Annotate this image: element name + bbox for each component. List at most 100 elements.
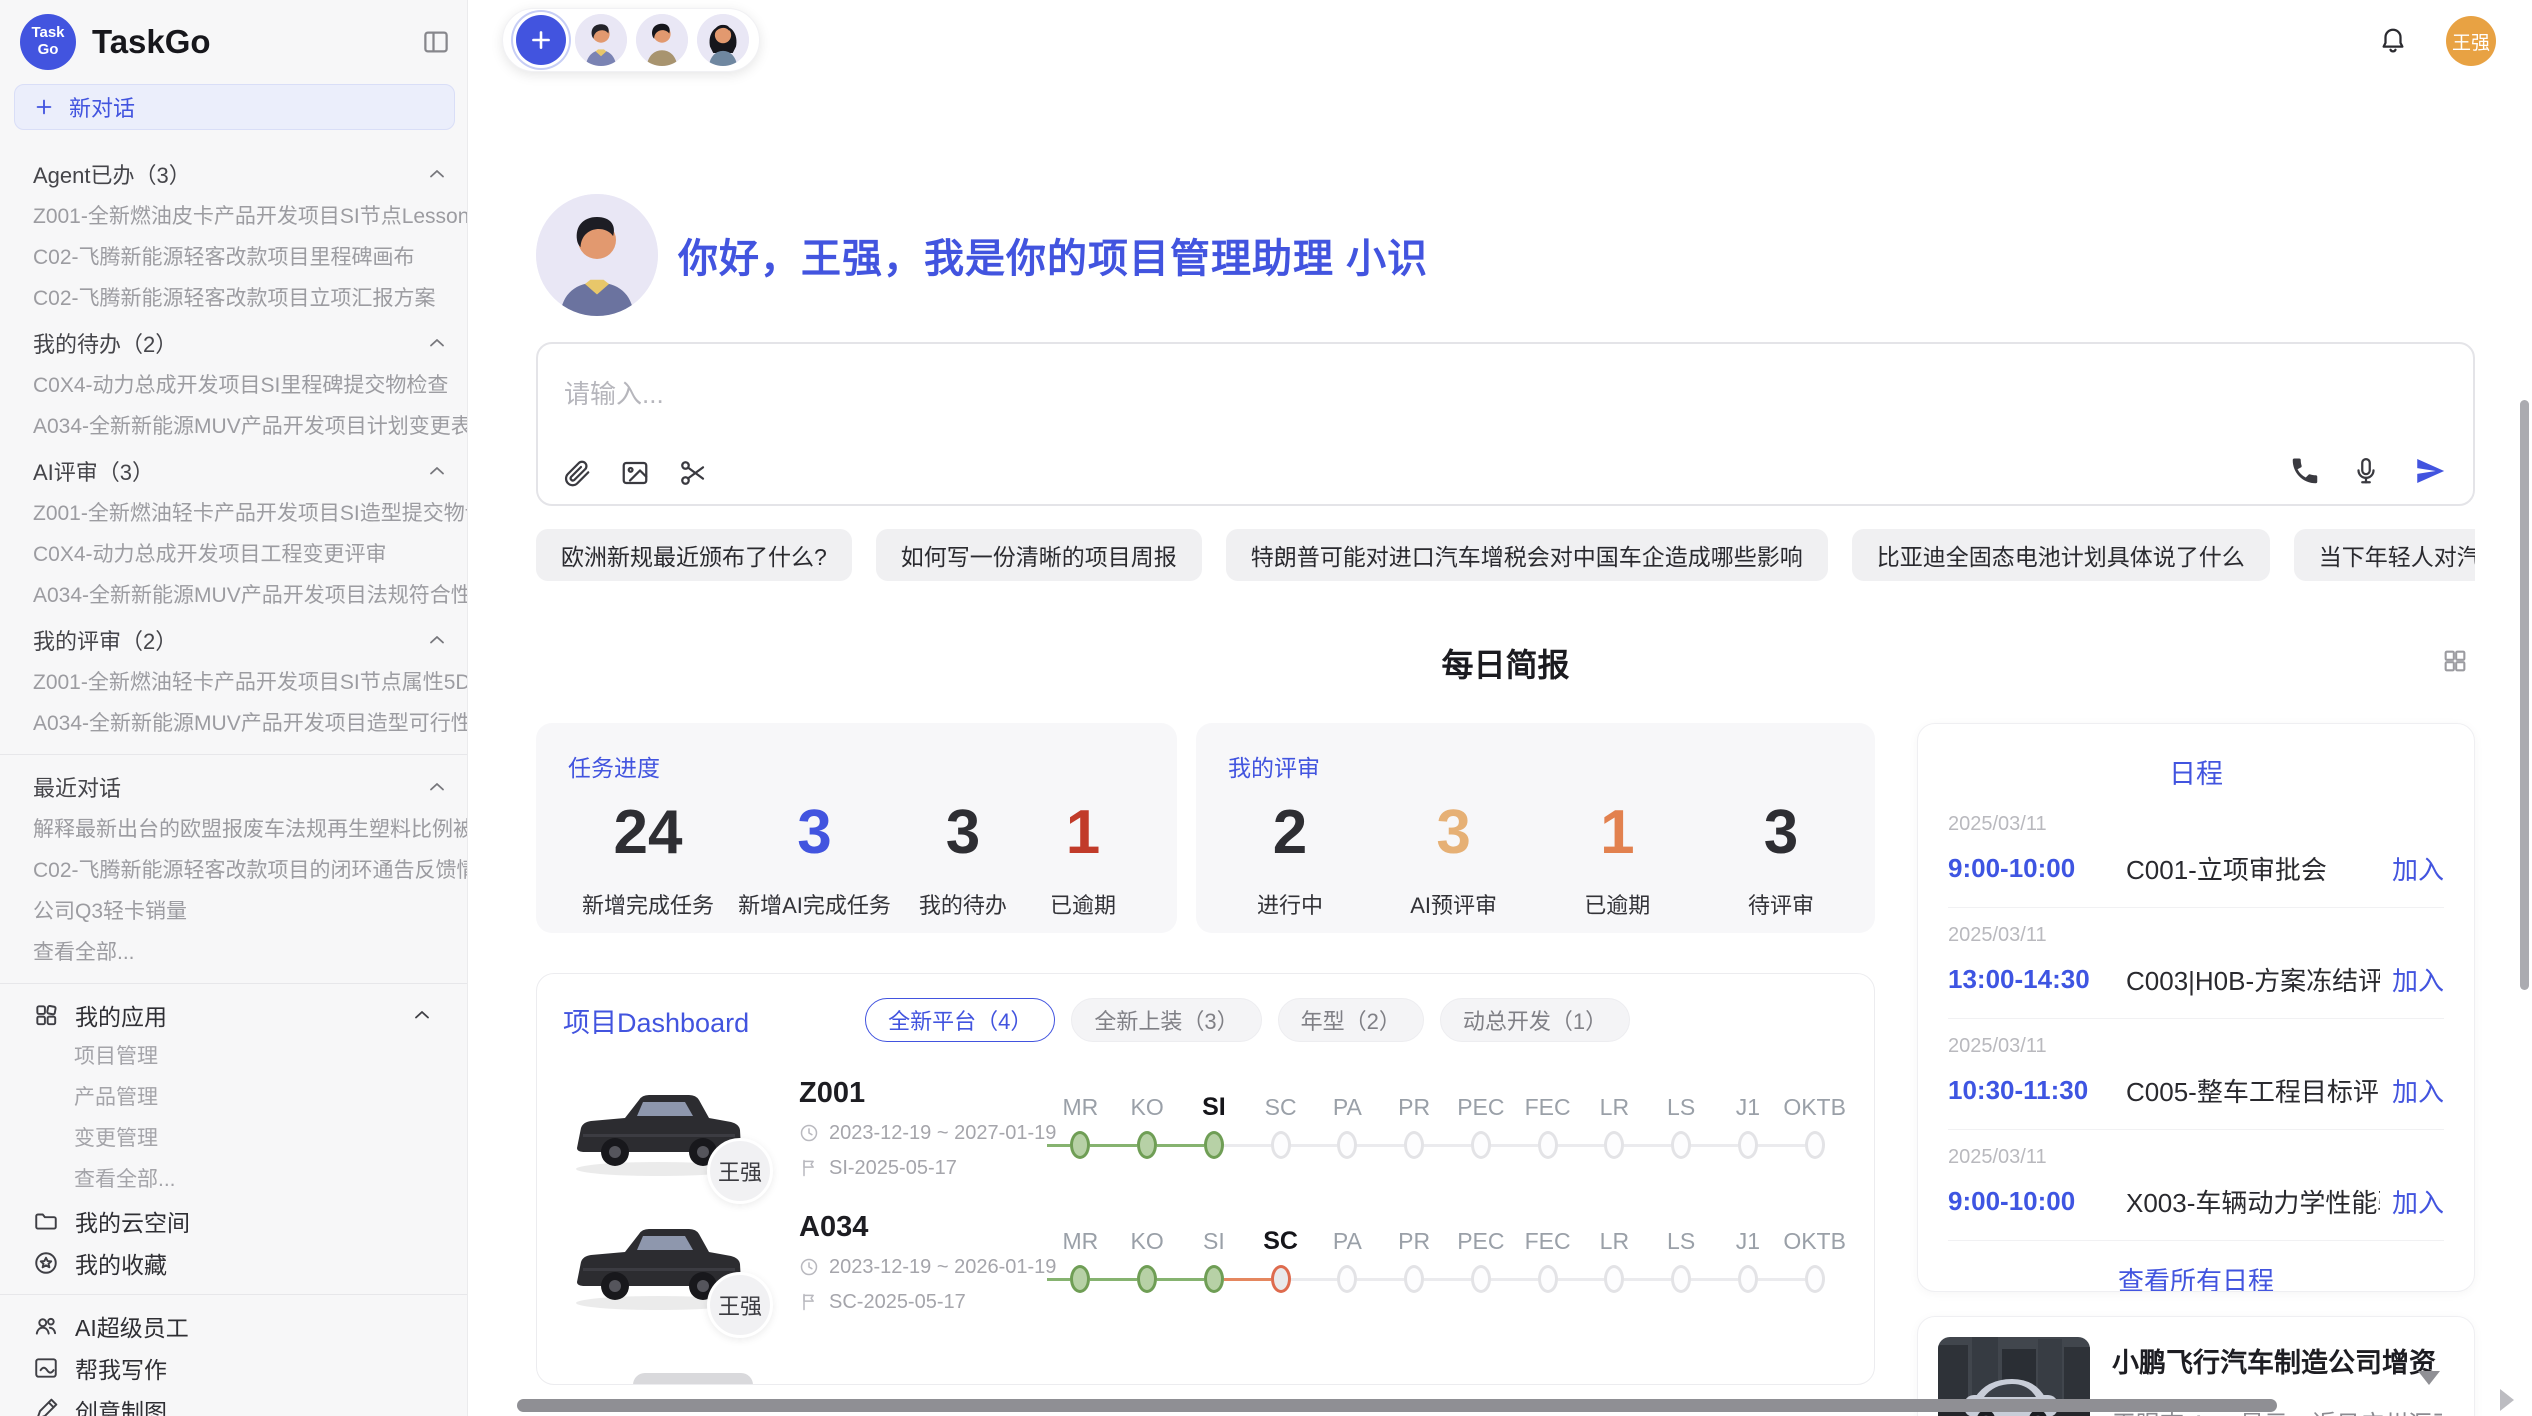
dashboard-header: 项目Dashboard 全新平台（4）全新上装（3）年型（2）动总开发（1） [563, 994, 1848, 1046]
milestone-cell: PEC [1448, 1090, 1515, 1166]
composer[interactable]: 请输入... [536, 342, 2475, 506]
schedule-items: 2025/03/119:00-10:00C001-立项审批会加入2025/03/… [1948, 797, 2444, 1241]
milestone-track [1314, 1258, 1381, 1300]
suggestion-chip[interactable]: 特朗普可能对进口汽车增税会对中国车企造成哪些影响 [1226, 529, 1828, 581]
notification-bell-icon[interactable] [2378, 26, 2408, 56]
dashboard-filter-pill[interactable]: 全新平台（4） [865, 998, 1055, 1042]
milestone-track [1114, 1124, 1181, 1166]
app-item-project-mgmt[interactable]: 项目管理 [0, 1036, 467, 1077]
task-item[interactable]: C02-飞腾新能源轻客改款项目里程碑画布 [0, 237, 467, 278]
milestone-cell: LR [1581, 1090, 1648, 1166]
project-car-image: 王强 [563, 1076, 753, 1180]
main-content: 你好，王强，我是你的项目管理助理 小识 请输入... 欧洲新规最近颁布了什么?如… [468, 194, 2532, 1416]
recent-chat-view-all[interactable]: 查看全部... [0, 932, 467, 973]
dashboard-filter-pill[interactable]: 全新上装（3） [1071, 998, 1261, 1042]
scissors-icon[interactable] [678, 458, 708, 488]
agent-avatar[interactable] [575, 14, 627, 66]
stat: 3新增AI完成任务 [738, 797, 891, 920]
task-section-header[interactable]: Agent已办（3） [0, 152, 467, 196]
task-section-header[interactable]: AI评审（3） [0, 449, 467, 493]
project-row[interactable]: 王强Z0012023-12-19 ~ 2027-01-19SI-2025-05-… [563, 1076, 1848, 1180]
task-item[interactable]: Z001-全新燃油轻卡产品开发项目SI节点属性5D文件评审 [0, 662, 467, 703]
sidebar-item-my-apps[interactable]: 我的应用 [0, 994, 467, 1036]
suggestion-chip[interactable]: 如何写一份清晰的项目周报 [876, 529, 1202, 581]
creative-drawing-label: 创意制图 [75, 1393, 167, 1416]
stat-value: 3 [797, 797, 831, 868]
clock-icon [799, 1257, 819, 1277]
join-meeting-link[interactable]: 加入 [2392, 1183, 2444, 1220]
scroll-down-arrow-icon[interactable] [2418, 1371, 2440, 1385]
suggestion-chip[interactable]: 当下年轻人对汽车外观有怎样的喜好趋势 [2294, 529, 2475, 581]
recent-chat-item[interactable]: 解释最新出台的欧盟报废车法规再生塑料比例被调至15%... [0, 809, 467, 850]
horizontal-scrollbar[interactable] [517, 1399, 2277, 1412]
chevron-up-icon [425, 628, 449, 652]
stat: 3AI预评审 [1406, 797, 1502, 920]
task-section-header[interactable]: 我的评审（2） [0, 618, 467, 662]
milestone-connector [1291, 1278, 1314, 1281]
suggestion-chip[interactable]: 欧洲新规最近颁布了什么? [536, 529, 852, 581]
plus-icon [528, 27, 554, 53]
recent-chat-item[interactable]: C02-飞腾新能源轻客改款项目的闭环通告反馈情况 [0, 850, 467, 891]
app-item-view-all[interactable]: 查看全部... [0, 1159, 467, 1200]
briefing-card-title: 任务进度 [568, 749, 1145, 783]
sidebar-item-help-me-write[interactable]: 帮我写作 [0, 1347, 467, 1389]
join-meeting-link[interactable]: 加入 [2392, 961, 2444, 998]
schedule-item: 2025/03/119:00-10:00X003-车辆动力学性能验...加入 [1948, 1130, 2444, 1241]
task-item[interactable]: A034-全新新能源MUV产品开发项目法规符合性评审 [0, 575, 467, 616]
agent-avatar[interactable] [636, 14, 688, 66]
topbar-right: 王强 [2378, 8, 2510, 66]
dashboard-filter-pill[interactable]: 动总开发（1） [1440, 998, 1630, 1042]
project-dates: 2023-12-19 ~ 2027-01-19 [799, 1122, 1037, 1145]
milestone-connector [1090, 1278, 1113, 1281]
add-agent-button[interactable] [516, 15, 566, 65]
sidebar-item-favorites[interactable]: 我的收藏 [0, 1242, 467, 1284]
recent-chat-item[interactable]: 公司Q3轻卡销量 [0, 891, 467, 932]
suggestion-chip[interactable]: 比亚迪全固态电池计划具体说了什么 [1852, 529, 2270, 581]
recent-chats-header[interactable]: 最近对话 [0, 765, 467, 809]
briefing-columns: 任务进度24新增完成任务3新增AI完成任务3我的待办1已逾期我的评审2进行中3A… [536, 723, 2475, 1416]
user-avatar[interactable]: 王强 [2446, 16, 2496, 66]
milestone-node [1137, 1131, 1157, 1159]
schedule-time: 9:00-10:00 [1948, 853, 2126, 884]
view-all-schedules-link[interactable]: 查看所有日程 [1948, 1261, 2444, 1292]
dashboard-filter-pill[interactable]: 年型（2） [1278, 998, 1424, 1042]
stat-value: 2 [1273, 797, 1307, 868]
task-item[interactable]: C02-飞腾新能源轻客改款项目立项汇报方案 [0, 278, 467, 319]
milestone-label: KO [1114, 1224, 1181, 1258]
scroll-right-arrow-icon[interactable] [2500, 1389, 2514, 1411]
task-item[interactable]: A034-全新新能源MUV产品开发项目造型可行性评审 [0, 703, 467, 744]
app-item-change-mgmt[interactable]: 变更管理 [0, 1118, 467, 1159]
phone-icon[interactable] [2289, 456, 2319, 486]
sidebar-collapse-icon[interactable] [421, 27, 451, 57]
star-badge-icon [33, 1250, 59, 1276]
app-item-product-mgmt[interactable]: 产品管理 [0, 1077, 467, 1118]
task-item[interactable]: Z001-全新燃油轻卡产品开发项目SI造型提交物评审 [0, 493, 467, 534]
task-item[interactable]: Z001-全新燃油皮卡产品开发项目SI节点Lesson Learn报告 [0, 196, 467, 237]
project-row[interactable]: 王强A0342023-12-19 ~ 2026-01-19SC-2025-05-… [563, 1210, 1848, 1314]
right-column: 日程 2025/03/119:00-10:00C001-立项审批会加入2025/… [1917, 723, 2475, 1416]
sidebar-item-ai-super-staff[interactable]: AI超级员工 [0, 1305, 467, 1347]
milestone-node [1604, 1131, 1624, 1159]
agent-avatar[interactable] [697, 14, 749, 66]
task-item[interactable]: A034-全新新能源MUV产品开发项目计划变更表编写 [0, 406, 467, 447]
microphone-icon[interactable] [2351, 456, 2381, 486]
task-item[interactable]: C0X4-动力总成开发项目SI里程碑提交物检查 [0, 365, 467, 406]
layout-grid-icon[interactable] [2441, 647, 2469, 675]
sidebar-item-creative-drawing[interactable]: 创意制图 [0, 1389, 467, 1416]
task-section-header[interactable]: 我的待办（2） [0, 321, 467, 365]
divider [0, 754, 467, 755]
milestone-connector [1357, 1278, 1380, 1281]
milestone-node [1404, 1131, 1424, 1159]
project-car-image: 王强 [563, 1210, 753, 1314]
paperclip-icon[interactable] [562, 458, 592, 488]
join-meeting-link[interactable]: 加入 [2392, 850, 2444, 887]
sidebar-item-cloud-space[interactable]: 我的云空间 [0, 1200, 467, 1242]
vertical-scrollbar[interactable] [2520, 400, 2529, 990]
milestone-track [1781, 1124, 1848, 1166]
new-chat-button[interactable]: 新对话 [14, 84, 455, 130]
join-meeting-link[interactable]: 加入 [2392, 1072, 2444, 1109]
task-item[interactable]: C0X4-动力总成开发项目工程变更评审 [0, 534, 467, 575]
image-icon[interactable] [620, 458, 650, 488]
stat: 1已逾期 [1569, 797, 1665, 920]
send-icon[interactable] [2413, 454, 2447, 488]
